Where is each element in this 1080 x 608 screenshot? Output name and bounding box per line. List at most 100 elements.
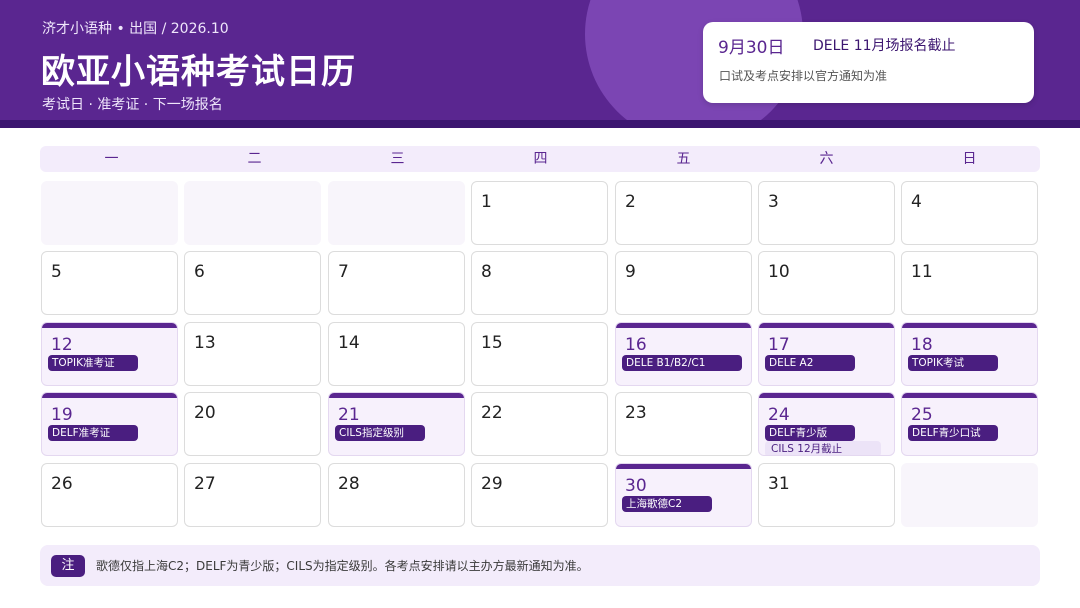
weekday-tue: 二 [247,151,262,167]
event-indicator-bar [616,464,751,469]
day-cell[interactable]: 23 [615,392,752,456]
event-tag[interactable]: DELF青少口试 [908,425,998,441]
day-cell[interactable]: 14 [328,322,465,386]
day-number: 12 [51,335,73,355]
event-indicator-bar [42,393,177,398]
day-cell[interactable]: 26 [41,463,178,527]
event-indicator-bar [616,323,751,328]
empty-day-cell [901,463,1038,527]
day-number: 4 [911,192,922,212]
day-cell[interactable]: 8 [471,251,608,315]
note-badge: 注 [51,555,85,577]
day-cell[interactable]: 6 [184,251,321,315]
day-cell[interactable]: 7 [328,251,465,315]
event-indicator-bar [759,393,894,398]
day-number: 6 [194,262,205,282]
day-cell[interactable]: 11 [901,251,1038,315]
empty-day-cell [328,181,465,245]
day-cell[interactable]: 20 [184,392,321,456]
breadcrumb: 济才小语种 • 出国 / 2026.10 [42,21,229,37]
day-cell[interactable]: 5 [41,251,178,315]
page-title: 欧亚小语种考试日历 [41,52,356,92]
day-cell[interactable]: 30 上海歌德C2 [615,463,752,527]
weekday-wed: 三 [390,151,405,167]
day-number: 26 [51,474,73,494]
event-tag[interactable]: DELE B1/B2/C1 [622,355,742,371]
day-number: 11 [911,262,933,282]
event-tag[interactable]: DELF准考证 [48,425,138,441]
day-number: 24 [768,405,790,425]
day-cell[interactable]: 3 [758,181,895,245]
weekday-fri: 五 [676,151,691,167]
day-number: 14 [338,333,360,353]
secondary-event-tag[interactable]: CILS 12月截止 [765,441,881,455]
note-text: 歌德仅指上海C2；DELF为青少版；CILS为指定级别。各考点安排请以主办方最新… [96,559,589,573]
day-cell[interactable]: 12 TOPIK准考证 [41,322,178,386]
day-number: 13 [194,333,216,353]
empty-day-cell [41,181,178,245]
day-cell[interactable]: 15 [471,322,608,386]
page-subtitle: 考试日 · 准考证 · 下一场报名 [42,97,223,113]
day-cell[interactable]: 4 [901,181,1038,245]
day-number: 22 [481,403,503,423]
day-number: 29 [481,474,503,494]
empty-day-cell [184,181,321,245]
day-number: 27 [194,474,216,494]
day-number: 19 [51,405,73,425]
day-cell[interactable]: 24 DELF青少版 CILS 12月截止 [758,392,895,456]
day-cell[interactable]: 31 [758,463,895,527]
event-indicator-bar [329,393,464,398]
day-number: 15 [481,333,503,353]
day-number: 30 [625,476,647,496]
weekday-sun: 日 [962,151,977,167]
day-cell[interactable]: 25 DELF青少口试 [901,392,1038,456]
weekday-sat: 六 [819,151,834,167]
day-cell[interactable]: 18 TOPIK考试 [901,322,1038,386]
event-tag[interactable]: TOPIK准考证 [48,355,138,371]
event-tag[interactable]: TOPIK考试 [908,355,998,371]
day-number: 8 [481,262,492,282]
weekday-thu: 四 [533,151,548,167]
day-cell[interactable]: 9 [615,251,752,315]
day-cell[interactable]: 10 [758,251,895,315]
day-cell[interactable]: 28 [328,463,465,527]
event-tag[interactable]: 上海歌德C2 [622,496,712,512]
day-number: 28 [338,474,360,494]
event-tag[interactable]: CILS指定级别 [335,425,425,441]
event-indicator-bar [759,323,894,328]
day-cell[interactable]: 13 [184,322,321,386]
day-number: 21 [338,405,360,425]
day-cell[interactable]: 16 DELE B1/B2/C1 [615,322,752,386]
day-cell[interactable]: 19 DELF准考证 [41,392,178,456]
day-cell[interactable]: 27 [184,463,321,527]
notice-note: 口试及考点安排以官方通知为准 [719,69,888,83]
weekday-mon: 一 [104,151,119,167]
notice-date: 9月30日 [718,38,785,58]
event-indicator-bar [902,393,1037,398]
day-number: 1 [481,192,492,212]
day-cell[interactable]: 1 [471,181,608,245]
day-number: 5 [51,262,62,282]
day-number: 16 [625,335,647,355]
weekday-header: 一 二 三 四 五 六 日 [40,146,1040,172]
day-cell[interactable]: 17 DELE A2 [758,322,895,386]
day-cell[interactable]: 2 [615,181,752,245]
day-number: 7 [338,262,349,282]
day-cell[interactable]: 29 [471,463,608,527]
event-indicator-bar [902,323,1037,328]
footer-note: 注 歌德仅指上海C2；DELF为青少版；CILS为指定级别。各考点安排请以主办方… [40,545,1040,586]
day-number: 25 [911,405,933,425]
day-number: 18 [911,335,933,355]
deadline-notice-card: 9月30日 DELE 11月场报名截止 口试及考点安排以官方通知为准 [703,22,1034,103]
notice-title: DELE 11月场报名截止 [813,38,956,54]
day-cell[interactable]: 21 CILS指定级别 [328,392,465,456]
day-number: 17 [768,335,790,355]
header-bottom-band [0,120,1080,128]
day-number: 9 [625,262,636,282]
day-number: 20 [194,403,216,423]
event-tag[interactable]: DELF青少版 [765,425,855,441]
day-number: 23 [625,403,647,423]
day-cell[interactable]: 22 [471,392,608,456]
event-tag[interactable]: DELE A2 [765,355,855,371]
day-number: 3 [768,192,779,212]
